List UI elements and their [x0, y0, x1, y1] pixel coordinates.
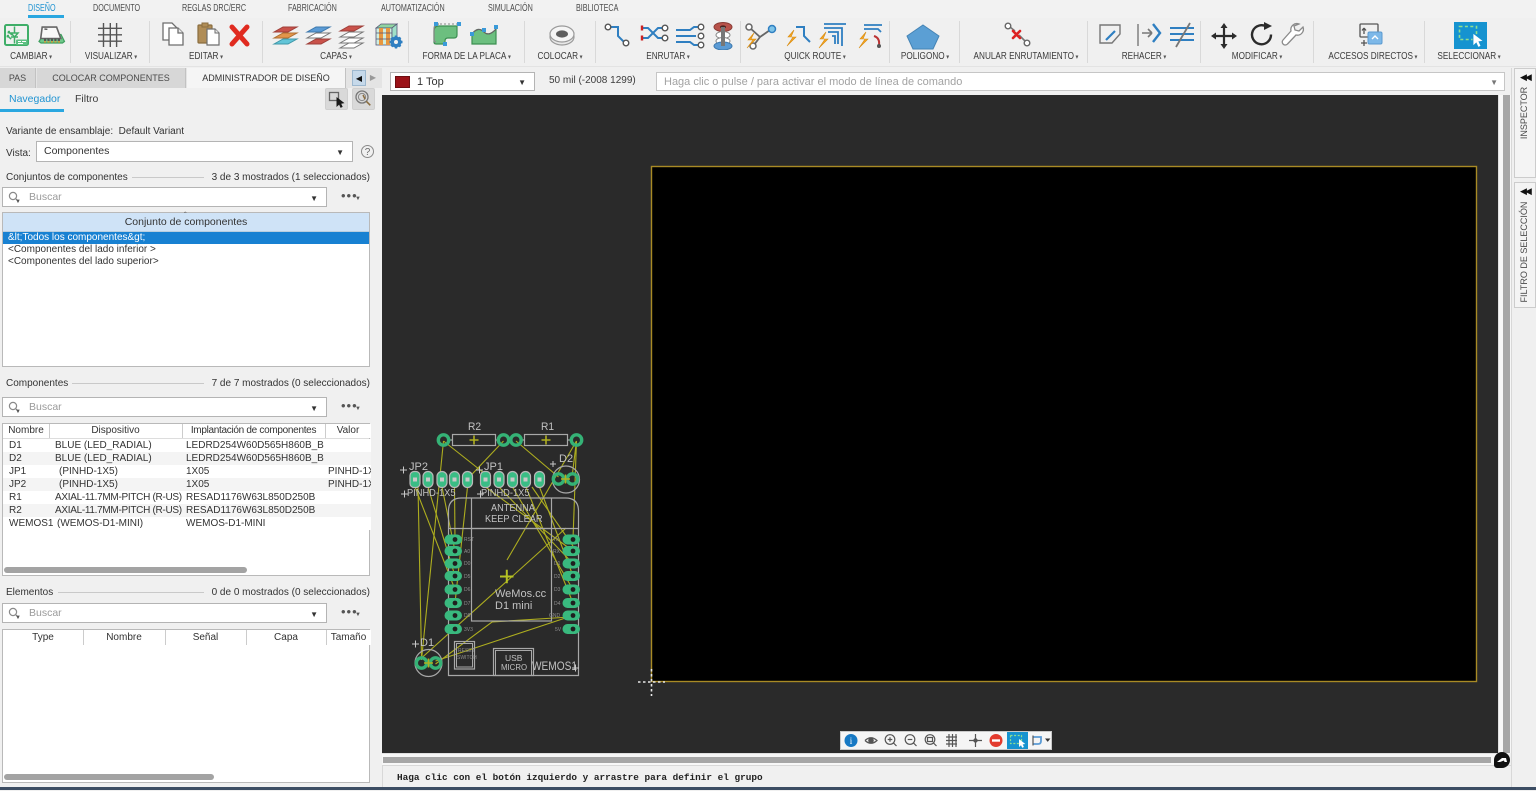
svg-text:RX: RX — [553, 549, 561, 555]
svg-text:R2: R2 — [468, 421, 481, 433]
svg-text:RST: RST — [464, 537, 474, 543]
svg-text:WeMos.cc: WeMos.cc — [495, 588, 547, 600]
svg-text:D3: D3 — [554, 587, 561, 593]
svg-text:KEEP CLEAR: KEEP CLEAR — [485, 514, 543, 525]
svg-text:PINHD-1X5: PINHD-1X5 — [481, 488, 530, 499]
svg-text:TX: TX — [553, 537, 560, 543]
svg-text:D2: D2 — [559, 453, 573, 465]
svg-text:WEMOS1: WEMOS1 — [532, 660, 577, 673]
svg-text:D2: D2 — [554, 574, 561, 580]
svg-text:D5: D5 — [464, 574, 471, 580]
svg-text:R1: R1 — [541, 421, 554, 433]
svg-text:RESET: RESET — [458, 648, 475, 654]
svg-text:D8: D8 — [464, 613, 471, 619]
svg-text:PINHD-1X5: PINHD-1X5 — [407, 488, 456, 499]
svg-text:D0: D0 — [464, 561, 471, 567]
svg-text:3V3: 3V3 — [464, 627, 473, 633]
svg-text:GND: GND — [549, 613, 561, 619]
svg-text:ANTENNA: ANTENNA — [491, 503, 535, 514]
svg-text:5V: 5V — [555, 627, 562, 633]
svg-text:D7: D7 — [464, 601, 471, 607]
svg-text:JP2: JP2 — [409, 461, 428, 473]
svg-text:MICRO: MICRO — [501, 663, 527, 672]
svg-text:D1 mini: D1 mini — [495, 600, 532, 612]
svg-text:D1: D1 — [420, 637, 434, 649]
svg-text:USB: USB — [505, 653, 523, 663]
svg-text:D6: D6 — [464, 587, 471, 593]
svg-text:SWITCH: SWITCH — [457, 655, 477, 661]
svg-text:JP1: JP1 — [484, 461, 503, 473]
svg-text:D4: D4 — [554, 601, 561, 607]
svg-text:A0: A0 — [464, 549, 470, 555]
svg-text:D1: D1 — [554, 561, 561, 567]
